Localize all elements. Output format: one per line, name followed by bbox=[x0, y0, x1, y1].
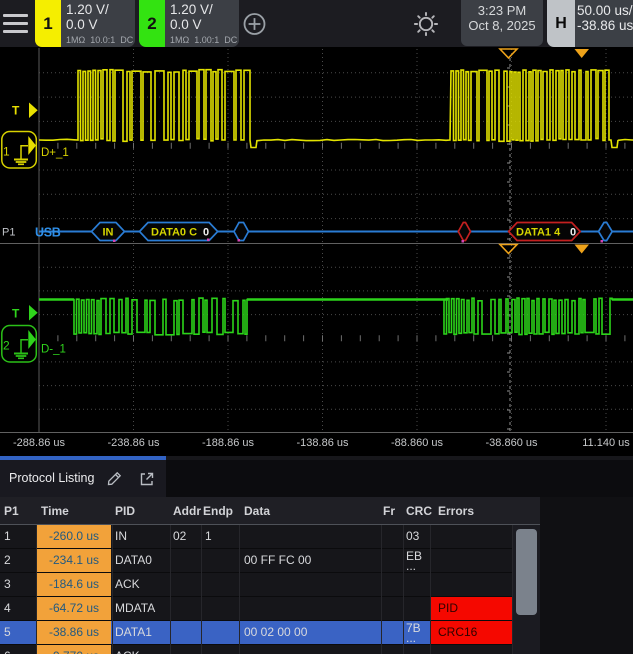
svg-text:IN: IN bbox=[103, 227, 114, 239]
svg-text:USB: USB bbox=[35, 226, 61, 240]
svg-text:1: 1 bbox=[3, 145, 10, 159]
svg-text:2: 2 bbox=[3, 339, 10, 353]
svg-text:D+_1: D+_1 bbox=[41, 147, 69, 159]
svg-text:DATA1 4: DATA1 4 bbox=[516, 227, 561, 239]
svg-text:P1: P1 bbox=[2, 227, 15, 239]
svg-text:DATA0 C: DATA0 C bbox=[151, 227, 197, 239]
svg-text:D-_1: D-_1 bbox=[41, 344, 66, 356]
svg-text:0: 0 bbox=[203, 227, 209, 239]
svg-text:T: T bbox=[12, 104, 20, 118]
svg-text:T: T bbox=[12, 307, 20, 321]
svg-text:0: 0 bbox=[570, 227, 576, 239]
